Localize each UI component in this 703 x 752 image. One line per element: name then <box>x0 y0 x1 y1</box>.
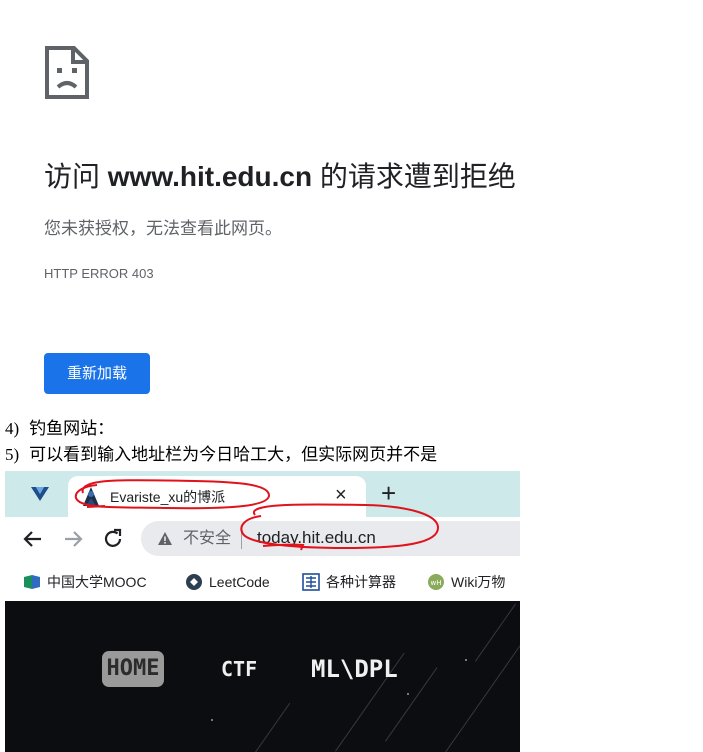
svg-text:wH: wH <box>431 579 442 587</box>
mooc-icon <box>24 575 40 589</box>
bookmark-calculators[interactable]: 各种计算器 <box>302 572 412 592</box>
back-icon[interactable] <box>21 527 45 551</box>
site-favicon-icon <box>83 487 99 506</box>
extension-icon[interactable] <box>29 483 51 505</box>
refresh-icon[interactable] <box>101 527 125 551</box>
error-host: www.hit.edu.cn <box>107 161 313 192</box>
nav-ml-dpl-link[interactable]: ML\DPL <box>311 651 398 687</box>
phishing-browser-screenshot: Evariste_xu的博派 × + 不安全 today.hit.edu.cn <box>5 471 520 752</box>
background-streak <box>255 702 291 752</box>
background-streak <box>475 603 516 662</box>
note-item-4: 4) 钓鱼网站： <box>5 419 115 438</box>
calculator-icon <box>302 573 320 591</box>
sad-document-icon <box>45 46 89 99</box>
background-star <box>211 719 213 721</box>
background-star <box>407 693 409 695</box>
bookmarks-bar: 中国大学MOOC LeetCode 各种计算器 wH Wiki万物 <box>5 563 520 602</box>
note-item-5: 5) 可以看到输入地址栏为今日哈工大，但实际网页并不是 <box>5 445 438 464</box>
background-streak <box>445 637 520 752</box>
tab-strip: Evariste_xu的博派 × + <box>5 471 520 517</box>
url-text[interactable]: today.hit.edu.cn <box>257 527 376 549</box>
nav-home-button[interactable]: HOME <box>102 651 164 687</box>
leetcode-icon <box>186 574 202 590</box>
bookmark-mooc[interactable]: 中国大学MOOC <box>23 572 173 592</box>
bookmark-leetcode[interactable]: LeetCode <box>185 572 285 592</box>
security-label[interactable]: 不安全 <box>183 528 231 550</box>
site-page: HOME CTF ML\DPL <box>5 601 520 752</box>
error-code: HTTP ERROR 403 <box>44 266 154 281</box>
nav-ctf-link[interactable]: CTF <box>221 651 257 687</box>
address-separator <box>241 529 242 549</box>
forward-icon[interactable] <box>61 527 85 551</box>
new-tab-icon[interactable]: + <box>381 480 396 506</box>
background-star <box>465 659 467 661</box>
bookmark-wiki[interactable]: wH Wiki万物 <box>427 572 520 592</box>
error-subtitle: 您未获授权，无法查看此网页。 <box>44 219 282 238</box>
reload-button[interactable]: 重新加载 <box>44 353 150 394</box>
tab-close-icon[interactable]: × <box>335 484 347 506</box>
address-bar[interactable]: 不安全 today.hit.edu.cn <box>141 521 520 556</box>
active-tab[interactable]: Evariste_xu的博派 × <box>68 476 366 517</box>
navigation-bar: 不安全 today.hit.edu.cn <box>5 517 520 563</box>
wiki-icon: wH <box>428 574 444 590</box>
error-title: 访问 www.hit.edu.cn 的请求遭到拒绝 <box>44 161 516 192</box>
tab-title: Evariste_xu的博派 <box>110 489 226 505</box>
warning-icon[interactable] <box>157 531 173 547</box>
